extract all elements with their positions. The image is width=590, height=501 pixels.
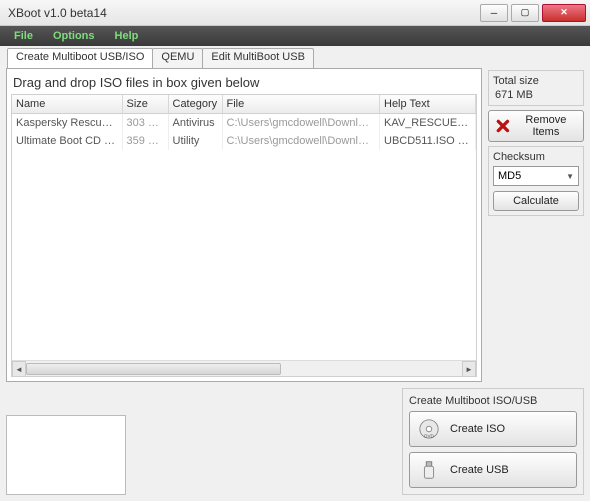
cell-name: Kaspersky Rescue Disk [12, 114, 122, 133]
remove-items-label: Remove Items [515, 114, 577, 138]
content-area: Create Multiboot USB/ISO QEMU Edit Multi… [0, 46, 590, 501]
menu-bar: File Options Help [0, 26, 590, 46]
window-buttons: ─ ▢ ✕ [480, 4, 586, 22]
col-name[interactable]: Name [12, 95, 122, 114]
col-size[interactable]: Size [122, 95, 168, 114]
minimize-button[interactable]: ─ [480, 4, 508, 22]
remove-items-button[interactable]: Remove Items [488, 110, 584, 142]
cell-size: 359 MB [122, 132, 168, 150]
tab-edit-multiboot[interactable]: Edit MultiBoot USB [202, 48, 314, 68]
tab-strip: Create Multiboot USB/ISO QEMU Edit Multi… [7, 48, 584, 68]
sidebar: Total size 671 MB Remove Items Checksum … [488, 68, 584, 382]
cell-file: C:\Users\gmcdowell\Downloads\kav_rescue_… [222, 114, 380, 133]
scroll-right-arrow-icon[interactable]: ► [462, 361, 476, 377]
bottom-bar: Create Multiboot ISO/USB DVD Create ISO … [6, 388, 584, 495]
checksum-select[interactable]: MD5 ▼ [493, 166, 579, 186]
menu-file[interactable]: File [4, 28, 43, 44]
create-group-title: Create Multiboot ISO/USB [409, 395, 577, 407]
checksum-box: Checksum MD5 ▼ Calculate [488, 146, 584, 216]
create-iso-button[interactable]: DVD Create ISO [409, 411, 577, 447]
create-usb-button[interactable]: Create USB [409, 452, 577, 488]
window-title: XBoot v1.0 beta14 [8, 6, 480, 20]
scroll-thumb[interactable] [26, 363, 281, 375]
preview-box [6, 415, 126, 495]
cell-file: C:\Users\gmcdowell\Downloads\ubcd511.iso [222, 132, 380, 150]
table-row[interactable]: Kaspersky Rescue Disk 303 MB Antivirus C… [12, 114, 476, 133]
drop-hint: Drag and drop ISO files in box given bel… [11, 73, 477, 94]
cell-category: Utility [168, 132, 222, 150]
menu-help[interactable]: Help [105, 28, 149, 44]
remove-x-icon [495, 117, 511, 135]
tab-panel-create: Drag and drop ISO files in box given bel… [6, 68, 482, 382]
dvd-icon: DVD [418, 418, 440, 440]
cell-name: Ultimate Boot CD 4 DOS [12, 132, 122, 150]
col-category[interactable]: Category [168, 95, 222, 114]
title-bar: XBoot v1.0 beta14 ─ ▢ ✕ [0, 0, 590, 26]
maximize-button[interactable]: ▢ [511, 4, 539, 22]
checksum-value: MD5 [498, 170, 521, 182]
horizontal-scrollbar[interactable]: ◄ ► [12, 360, 476, 376]
calculate-label: Calculate [513, 195, 559, 207]
chevron-down-icon: ▼ [566, 172, 574, 181]
col-help[interactable]: Help Text [380, 95, 476, 114]
cell-category: Antivirus [168, 114, 222, 133]
close-button[interactable]: ✕ [542, 4, 586, 22]
usb-icon [418, 459, 440, 481]
total-size-value: 671 MB [493, 87, 579, 101]
tab-create-multiboot[interactable]: Create Multiboot USB/ISO [7, 48, 153, 68]
checksum-label: Checksum [493, 151, 579, 163]
iso-table[interactable]: Name Size Category File Help Text Kasper… [11, 94, 477, 377]
create-group: Create Multiboot ISO/USB DVD Create ISO … [402, 388, 584, 495]
table-row[interactable]: Ultimate Boot CD 4 DOS 359 MB Utility C:… [12, 132, 476, 150]
total-size-label: Total size [493, 75, 579, 87]
menu-options[interactable]: Options [43, 28, 105, 44]
calculate-button[interactable]: Calculate [493, 191, 579, 211]
cell-help: KAV_RESCUE_10 [380, 114, 476, 133]
total-size-box: Total size 671 MB [488, 70, 584, 106]
table-header-row: Name Size Category File Help Text [12, 95, 476, 114]
scroll-left-arrow-icon[interactable]: ◄ [12, 361, 26, 377]
create-iso-label: Create ISO [450, 423, 505, 435]
table-empty-area[interactable] [12, 150, 476, 360]
svg-text:DVD: DVD [424, 433, 434, 438]
create-usb-label: Create USB [450, 464, 509, 476]
tab-qemu[interactable]: QEMU [152, 48, 203, 68]
cell-size: 303 MB [122, 114, 168, 133]
col-file[interactable]: File [222, 95, 380, 114]
cell-help: UBCD511.ISO (35 [380, 132, 476, 150]
